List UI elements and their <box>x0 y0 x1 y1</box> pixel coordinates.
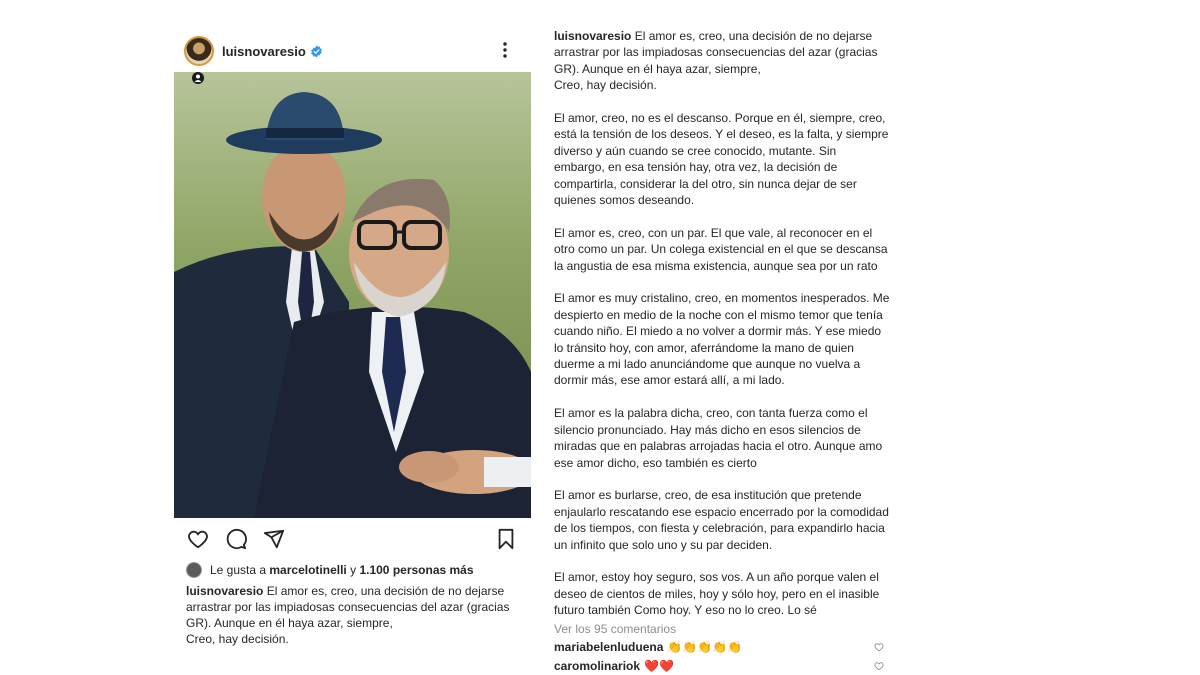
caption-line: El amor es, creo, una decisión de no dej… <box>266 584 505 598</box>
caption-paragraph: El amor es, creo, con un par. El que val… <box>554 225 888 273</box>
comment-row: mariabelenluduena 👏👏👏👏👏 <box>554 640 888 654</box>
more-dots-icon[interactable] <box>495 40 515 60</box>
comment-username[interactable]: mariabelenluduena <box>554 640 663 654</box>
caption-paragraph: El amor, estoy hoy seguro, sos vos. A un… <box>554 570 880 618</box>
likes-prefix: Le gusta a <box>210 563 267 577</box>
user-tag-icon[interactable] <box>192 72 204 84</box>
caption-first-paragraph: luisnovaresio El amor es, creo, una deci… <box>554 28 890 94</box>
post-header: luisnovaresio <box>174 30 531 72</box>
verified-badge-icon <box>310 45 322 57</box>
post-caption: luisnovaresio El amor es, creo, una deci… <box>186 583 519 647</box>
likes-summary: Le gusta a marcelotinelli y 1.100 person… <box>186 560 531 580</box>
caption-line: El amor es, creo, una decisión de no dej… <box>634 29 873 43</box>
caption-paragraph: El amor es burlarse, creo, de esa instit… <box>554 488 889 552</box>
caption-line: GR). Aunque en él haya azar, siempre, <box>554 61 761 76</box>
caption-panel: luisnovaresio El amor es, creo, una deci… <box>554 28 890 635</box>
caption-paragraph: El amor es muy cristalino, creo, en mome… <box>554 291 890 388</box>
comment-icon[interactable] <box>225 528 247 550</box>
comment-username[interactable]: caromolinariok <box>554 659 640 673</box>
caption-paragraph: El amor es la palabra dicha, creo, con t… <box>554 406 883 470</box>
caption-username[interactable]: luisnovaresio <box>186 584 263 598</box>
caption-line: Creo, hay decisión. <box>554 78 657 93</box>
post-actions <box>174 518 531 558</box>
caption-line: arrastrar por las impiadosas consecuenci… <box>554 45 878 60</box>
likes-count[interactable]: 1.100 personas más <box>359 563 473 577</box>
comment-text: 👏👏👏👏👏 <box>667 640 743 654</box>
view-comments-link[interactable]: Ver los 95 comentarios <box>554 622 676 636</box>
post-photo[interactable] <box>174 72 531 518</box>
bookmark-icon[interactable] <box>495 528 517 550</box>
heart-icon[interactable] <box>187 528 209 550</box>
couple-photo-illustration <box>174 72 531 518</box>
liker-username[interactable]: marcelotinelli <box>269 563 346 577</box>
comment-row: caromolinariok ❤️❤️ <box>554 659 888 673</box>
profile-avatar[interactable] <box>184 36 214 66</box>
caption-paragraph: El amor, creo, no es el descanso. Porque… <box>554 111 889 208</box>
caption-line: Creo, hay decisión. <box>186 632 289 646</box>
liker-avatar[interactable] <box>186 562 202 578</box>
likes-joiner: y <box>350 563 357 577</box>
caption-line: GR). Aunque en él haya azar, siempre, <box>186 616 393 630</box>
panel-username[interactable]: luisnovaresio <box>554 29 631 43</box>
comment-like-heart-icon[interactable] <box>874 661 884 671</box>
comment-like-heart-icon[interactable] <box>874 642 884 652</box>
share-icon[interactable] <box>263 528 285 550</box>
comment-text: ❤️❤️ <box>644 659 674 673</box>
post-username[interactable]: luisnovaresio <box>222 44 306 59</box>
instagram-post: luisnovaresio Le gusta a marcelotinelli … <box>174 30 531 647</box>
caption-line: arrastrar por las impiadosas consecuenci… <box>186 600 510 614</box>
